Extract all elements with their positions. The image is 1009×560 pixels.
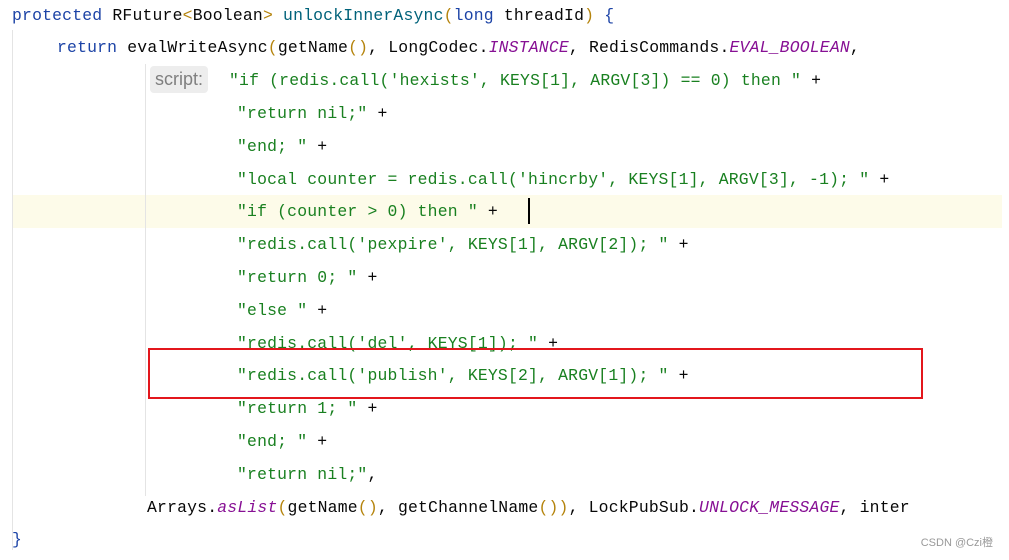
code-token-plain: , [367, 464, 378, 484]
code-token-plain: , getChannelName [377, 497, 539, 517]
code-editor[interactable]: script: protected RFuture<Boolean> unloc… [0, 0, 1009, 560]
code-token-str: "redis.call('pexpire', KEYS[1], ARGV[2])… [237, 235, 669, 255]
code-token-plain: , LockPubSub. [568, 497, 700, 517]
code-line[interactable]: "redis.call('pexpire', KEYS[1], ARGV[2])… [237, 228, 689, 261]
code-token-plain: , RedisCommands. [568, 38, 730, 58]
code-token-plain: , inter [839, 497, 910, 517]
code-line[interactable]: } [12, 523, 22, 556]
code-line[interactable]: "return nil;" + [237, 97, 388, 130]
code-token-plain: getName [277, 38, 349, 58]
code-token-const: EVAL_BOOLEAN [729, 38, 850, 58]
code-token-str: "end; " [237, 136, 308, 156]
code-line[interactable]: "return 0; " + [237, 261, 378, 294]
code-token-plain: getName [287, 497, 358, 517]
code-token-op: + [307, 300, 328, 320]
code-token-const: INSTANCE [488, 38, 569, 58]
code-token-str: "else " [237, 300, 308, 320]
code-token-str: "return nil;" [237, 103, 368, 123]
code-token-str: "return 1; " [237, 399, 358, 419]
parameter-hint-script: script: [150, 66, 209, 93]
code-token-str: "local counter = redis.call('hincrby', K… [237, 169, 870, 189]
code-line[interactable]: "end; " + [237, 130, 327, 163]
current-line-highlight [12, 195, 1002, 228]
watermark: CSDN @Czi橙 [920, 537, 993, 549]
code-token-par: ( [277, 497, 288, 517]
code-token-par: () [348, 38, 369, 58]
code-token-str: "if (counter > 0) then " [237, 202, 478, 222]
code-token-const: asList [217, 497, 278, 517]
text-cursor [528, 198, 530, 224]
code-token-par: () [357, 497, 378, 517]
code-token-par: < [182, 5, 193, 25]
code-token-plain: , [849, 38, 860, 58]
code-token-kw: return [57, 38, 128, 58]
code-token-op: + [477, 202, 498, 222]
code-token-plain: , LongCodec. [368, 38, 489, 58]
indent-guide [12, 30, 13, 550]
code-line[interactable]: Arrays.asList(getName(), getChannelName(… [147, 491, 910, 524]
code-line[interactable]: "else " + [237, 294, 327, 327]
code-token-par: ()) [538, 497, 569, 517]
code-token-op: + [869, 169, 890, 189]
code-token-op: + [367, 103, 388, 123]
code-token-plain: Boolean [192, 5, 263, 25]
code-token-str: "return 0; " [237, 267, 358, 287]
code-token-op: + [668, 235, 689, 255]
code-token-kw: long [453, 5, 504, 25]
code-token-plain: RFuture [112, 5, 183, 25]
code-token-str: "end; " [237, 431, 308, 451]
code-token-par: > [262, 5, 284, 25]
code-token-str: "return nil;" [237, 464, 368, 484]
code-token-kw: protected [12, 5, 113, 25]
code-token-op: + [801, 71, 822, 91]
code-token-plain: Arrays. [147, 497, 218, 517]
annotation-red-box [148, 348, 923, 399]
code-token-brace: { [604, 5, 615, 25]
code-token-op: + [357, 399, 378, 419]
code-line[interactable]: "return nil;", [237, 458, 378, 491]
code-token-par: ( [267, 38, 278, 58]
code-token-par: ) [584, 5, 595, 25]
code-token-brace: } [12, 530, 23, 550]
code-line[interactable]: "if (counter > 0) then " + [237, 195, 498, 228]
code-line[interactable]: "end; " + [237, 425, 327, 458]
code-token-op: + [307, 431, 328, 451]
code-token-par: ( [443, 5, 454, 25]
code-token-plain: threadId [503, 5, 585, 25]
code-token-plain: evalWriteAsync [127, 38, 268, 58]
code-line[interactable]: "local counter = redis.call('hincrby', K… [237, 163, 889, 196]
code-token-const: UNLOCK_MESSAGE [699, 497, 840, 517]
code-token-op: + [357, 267, 378, 287]
code-line[interactable]: "if (redis.call('hexists', KEYS[1], ARGV… [229, 64, 821, 97]
code-token-op: + [307, 136, 328, 156]
code-line[interactable]: protected RFuture<Boolean> unlockInnerAs… [12, 0, 614, 32]
code-token-fn: unlockInnerAsync [283, 5, 444, 25]
indent-guide [145, 64, 146, 496]
code-token-str: "if (redis.call('hexists', KEYS[1], ARGV… [229, 71, 802, 91]
code-line[interactable]: return evalWriteAsync(getName(), LongCod… [57, 31, 860, 64]
